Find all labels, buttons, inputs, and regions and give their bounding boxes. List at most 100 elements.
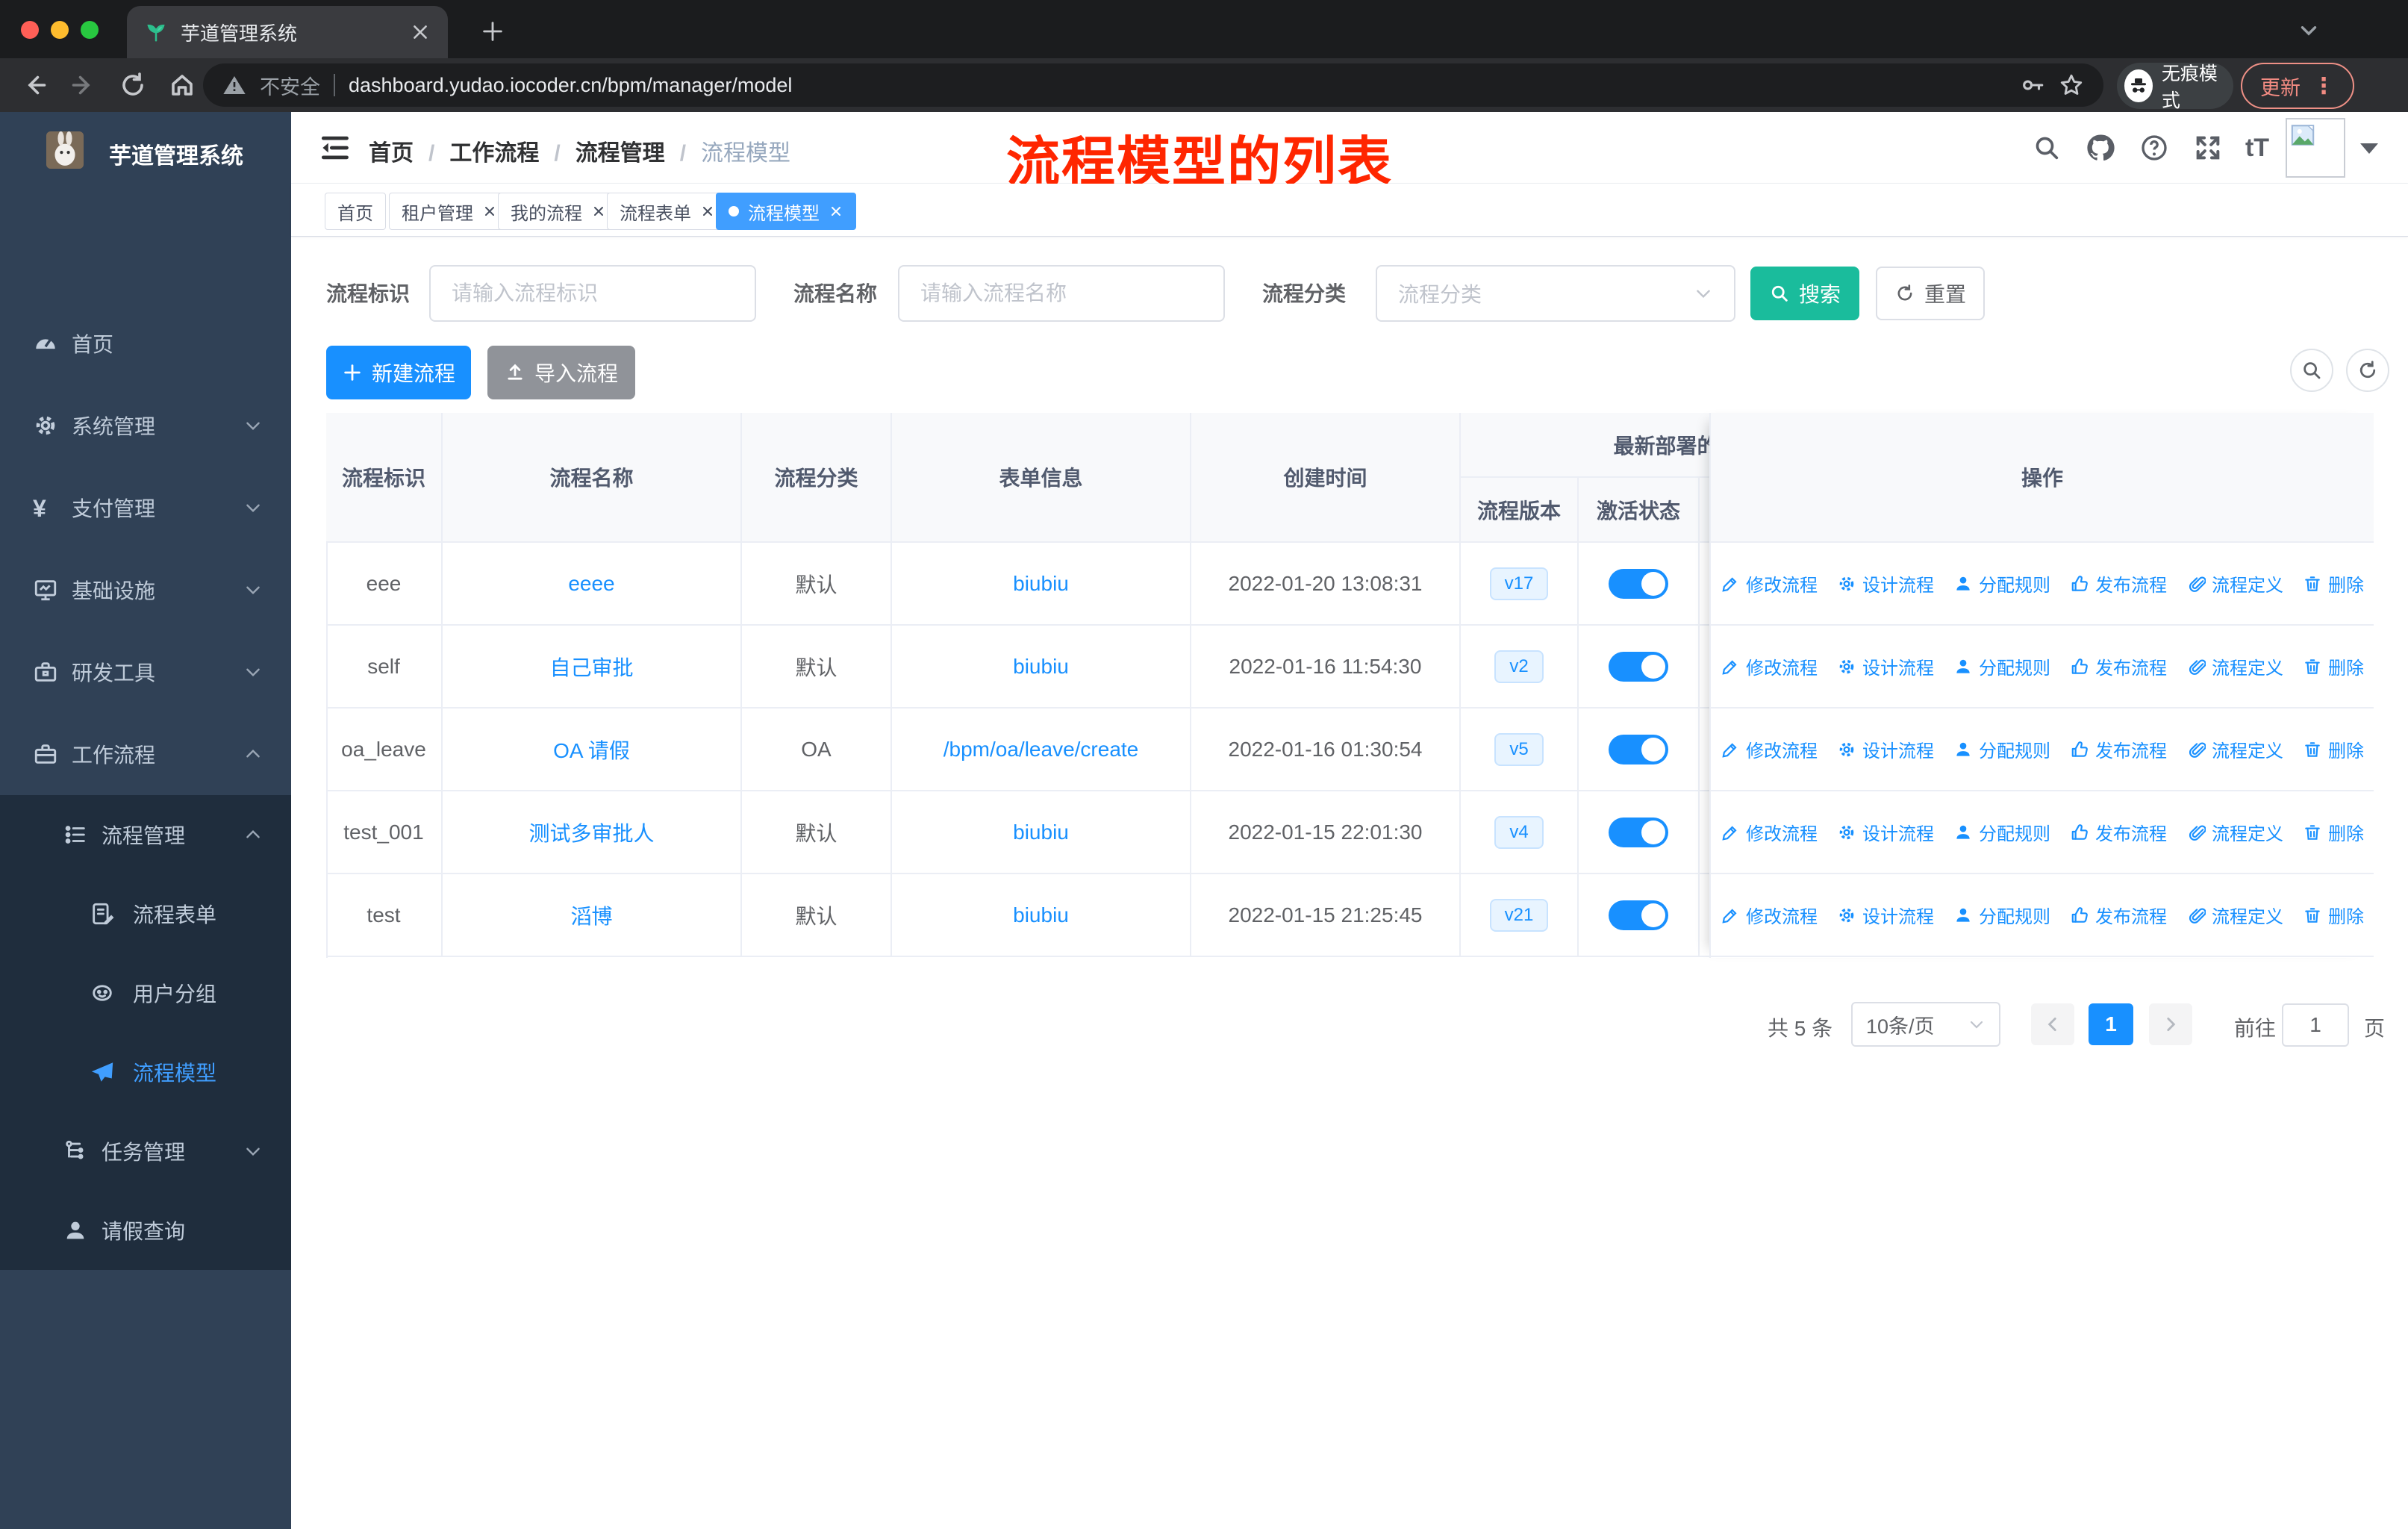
design-process-link[interactable]: 设计流程	[1837, 570, 1934, 597]
assign-rule-link[interactable]: 分配规则	[1953, 736, 2050, 762]
security-warning-icon[interactable]	[222, 73, 246, 97]
form-info-link[interactable]: biubiu	[1013, 903, 1069, 927]
design-process-link[interactable]: 设计流程	[1837, 902, 1934, 928]
prev-page-button[interactable]	[2031, 1003, 2074, 1045]
avatar-caret-icon[interactable]	[2360, 143, 2378, 154]
github-icon[interactable]	[2084, 131, 2117, 164]
process-name-link[interactable]: 滔博	[570, 900, 612, 930]
reset-button[interactable]: 重置	[1876, 267, 1985, 320]
tag-my-process[interactable]: 我的流程	[498, 193, 619, 230]
process-name-input[interactable]	[898, 265, 1225, 322]
home-icon[interactable]	[167, 70, 197, 100]
sidebar-item-process-mgmt[interactable]: 流程管理	[0, 795, 291, 874]
modify-process-link[interactable]: 修改流程	[1721, 653, 1818, 679]
tag-home[interactable]: 首页	[325, 193, 386, 230]
delete-link[interactable]: 删除	[2303, 819, 2364, 845]
publish-process-link[interactable]: 发布流程	[2070, 570, 2167, 597]
cell-form-link[interactable]: biubiu	[892, 543, 1191, 626]
browser-menu-dots-icon[interactable]: ⋮	[2312, 73, 2335, 99]
publish-process-link[interactable]: 发布流程	[2070, 736, 2167, 762]
design-process-link[interactable]: 设计流程	[1837, 653, 1934, 679]
publish-process-link[interactable]: 发布流程	[2070, 653, 2167, 679]
tab-search-chevron-icon[interactable]	[2296, 18, 2321, 43]
url-text[interactable]: dashboard.yudao.iocoder.cn/bpm/manager/m…	[349, 74, 2006, 97]
next-page-button[interactable]	[2149, 1003, 2192, 1045]
table-search-toggle-button[interactable]	[2290, 349, 2333, 392]
design-process-link[interactable]: 设计流程	[1837, 819, 1934, 845]
cell-form-link[interactable]: biubiu	[892, 626, 1191, 709]
window-maximize-button[interactable]	[81, 21, 99, 39]
status-toggle[interactable]	[1609, 734, 1668, 764]
process-name-link[interactable]: eeee	[568, 572, 614, 596]
sidebar-item-devtools[interactable]: 研发工具	[0, 631, 291, 713]
form-info-link[interactable]: biubiu	[1013, 572, 1069, 596]
browser-tab[interactable]: 芋道管理系统	[127, 6, 448, 58]
back-icon[interactable]	[19, 70, 49, 100]
cell-form-link[interactable]: biubiu	[892, 791, 1191, 874]
sidebar-item-leave-query[interactable]: 请假查询	[0, 1191, 291, 1270]
sidebar-item-pay[interactable]: ¥ 支付管理	[0, 467, 291, 549]
new-tab-button[interactable]	[475, 13, 511, 49]
assign-rule-link[interactable]: 分配规则	[1953, 653, 2050, 679]
sidebar-fold-icon[interactable]	[318, 131, 351, 164]
process-definition-link[interactable]: 流程定义	[2186, 819, 2283, 845]
current-page-button[interactable]: 1	[2089, 1003, 2133, 1045]
status-toggle[interactable]	[1609, 817, 1668, 847]
tag-close-icon[interactable]	[829, 204, 843, 219]
sidebar-item-infra[interactable]: 基础设施	[0, 549, 291, 631]
form-info-link[interactable]: biubiu	[1013, 820, 1069, 844]
goto-page-input[interactable]	[2282, 1003, 2349, 1047]
process-definition-link[interactable]: 流程定义	[2186, 736, 2283, 762]
process-definition-link[interactable]: 流程定义	[2186, 570, 2283, 597]
browser-update-button[interactable]: 更新 ⋮	[2241, 63, 2354, 109]
status-toggle[interactable]	[1609, 651, 1668, 682]
delete-link[interactable]: 删除	[2303, 736, 2364, 762]
cell-form-link[interactable]: biubiu	[892, 874, 1191, 957]
tag-process-model[interactable]: 流程模型	[716, 193, 856, 230]
cell-name-link[interactable]: 测试多审批人	[443, 791, 742, 874]
sidebar-item-process-form[interactable]: 流程表单	[0, 874, 291, 953]
header-search-icon[interactable]	[2030, 131, 2063, 164]
bookmark-star-icon[interactable]	[2059, 72, 2084, 98]
breadcrumb-workflow[interactable]: 工作流程	[449, 141, 539, 166]
category-select[interactable]: 流程分类	[1376, 265, 1735, 322]
cell-name-link[interactable]: 滔博	[443, 874, 742, 957]
sidebar-logo-row[interactable]: 芋道管理系统	[0, 112, 291, 190]
modify-process-link[interactable]: 修改流程	[1721, 819, 1818, 845]
assign-rule-link[interactable]: 分配规则	[1953, 570, 2050, 597]
process-definition-link[interactable]: 流程定义	[2186, 653, 2283, 679]
sidebar-item-system[interactable]: 系统管理	[0, 384, 291, 467]
tag-process-form[interactable]: 流程表单	[607, 193, 728, 230]
table-refresh-button[interactable]	[2346, 349, 2389, 392]
assign-rule-link[interactable]: 分配规则	[1953, 819, 2050, 845]
tag-close-icon[interactable]	[482, 204, 497, 219]
breadcrumb-process-mgmt[interactable]: 流程管理	[576, 141, 665, 166]
password-key-icon[interactable]	[2020, 72, 2045, 98]
update-label[interactable]: 更新	[2260, 72, 2301, 101]
breadcrumb-home[interactable]: 首页	[369, 141, 414, 166]
process-key-input[interactable]	[429, 265, 756, 322]
page-size-select[interactable]: 10条/页	[1851, 1002, 2000, 1047]
font-size-icon[interactable]: tT	[2241, 131, 2274, 164]
publish-process-link[interactable]: 发布流程	[2070, 819, 2167, 845]
fullscreen-icon[interactable]	[2192, 131, 2224, 164]
process-definition-link[interactable]: 流程定义	[2186, 902, 2283, 928]
tag-close-icon[interactable]	[700, 204, 715, 219]
create-process-button[interactable]: 新建流程	[326, 346, 471, 399]
sidebar-item-process-model[interactable]: 流程模型	[0, 1033, 291, 1112]
process-name-link[interactable]: 测试多审批人	[528, 818, 654, 847]
cell-name-link[interactable]: OA 请假	[443, 709, 742, 791]
status-toggle[interactable]	[1609, 900, 1668, 930]
delete-link[interactable]: 删除	[2303, 902, 2364, 928]
process-name-link[interactable]: 自己审批	[549, 652, 633, 682]
design-process-link[interactable]: 设计流程	[1837, 736, 1934, 762]
help-circle-icon[interactable]	[2138, 131, 2171, 164]
security-label[interactable]: 不安全	[260, 71, 320, 100]
sidebar-item-home[interactable]: 首页	[0, 302, 291, 384]
tab-close-icon[interactable]	[411, 22, 430, 42]
tag-tenant[interactable]: 租户管理	[389, 193, 510, 230]
sidebar-item-user-group[interactable]: 用户分组	[0, 953, 291, 1033]
delete-link[interactable]: 删除	[2303, 570, 2364, 597]
assign-rule-link[interactable]: 分配规则	[1953, 902, 2050, 928]
forward-icon[interactable]	[69, 70, 99, 100]
